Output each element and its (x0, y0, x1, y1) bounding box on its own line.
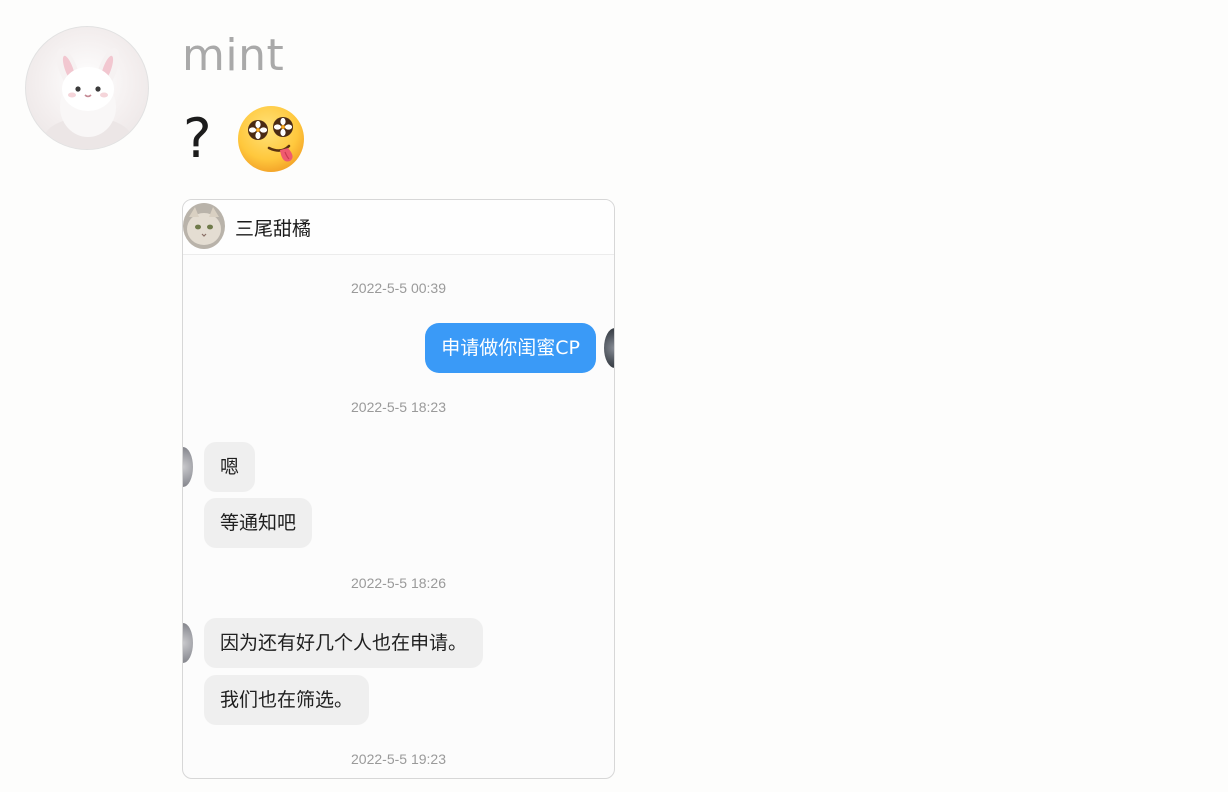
drooling-flower-eyes-emoji-icon (236, 104, 306, 174)
user-avatar[interactable] (25, 26, 149, 150)
chat-screenshot-card[interactable]: 三尾甜橘 2022-5-5 00:39 申请做你闺蜜CP 2022-5-5 18… (182, 199, 615, 779)
outgoing-message-bubble[interactable]: 申请做你闺蜜CP (425, 323, 596, 373)
bunny-plush-avatar-icon (44, 48, 132, 149)
contact-name: 三尾甜橘 (235, 218, 312, 240)
incoming-message-bubble[interactable]: 我们也在筛选。 (204, 675, 370, 725)
cat-avatar-icon (183, 203, 225, 249)
message-timestamp: 2022-5-5 19:23 (351, 751, 446, 767)
contact-avatar-small[interactable] (183, 447, 193, 487)
chat-header: 三尾甜橘 (183, 200, 614, 255)
contact-avatar-small[interactable] (183, 623, 193, 663)
message-text: ? (183, 107, 212, 170)
message-timestamp: 2022-5-5 18:26 (351, 575, 446, 591)
incoming-message-bubble[interactable]: 等通知吧 (204, 498, 313, 548)
incoming-message-bubble[interactable]: 嗯 (204, 442, 256, 492)
incoming-message-bubble[interactable]: 因为还有好几个人也在申请。 (204, 618, 484, 668)
sender-avatar[interactable] (604, 328, 614, 368)
contact-avatar[interactable] (183, 203, 225, 249)
message-timestamp: 2022-5-5 18:23 (351, 399, 446, 415)
username: mint (182, 30, 285, 81)
message-timestamp: 2022-5-5 00:39 (351, 280, 446, 296)
message-content: ? (183, 104, 306, 174)
